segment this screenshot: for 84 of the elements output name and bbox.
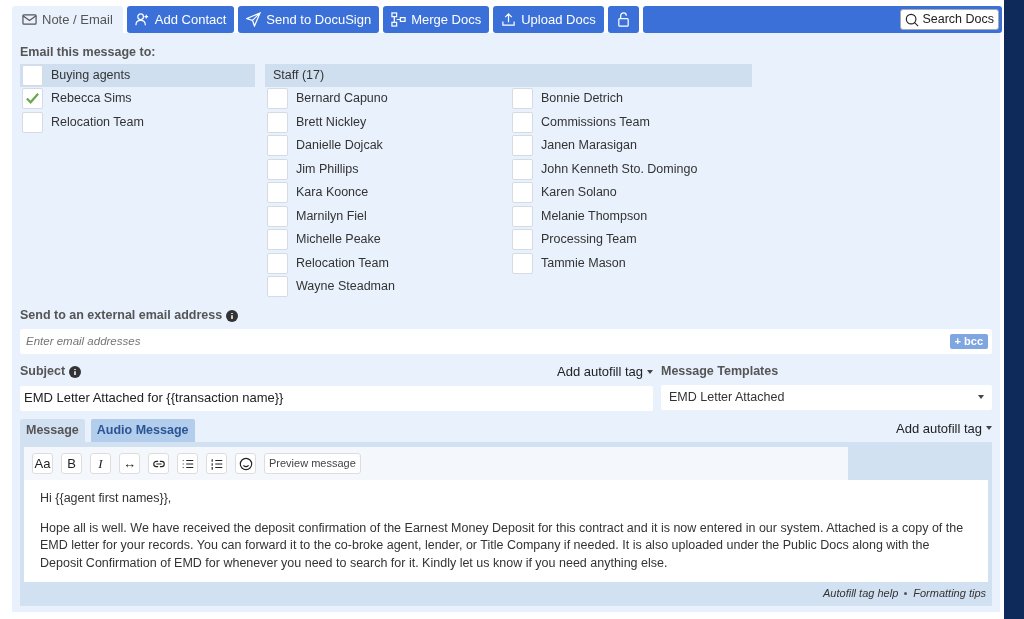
padlock-icon [615,12,631,27]
info-icon [69,365,82,378]
recipient-name: Rebecca Sims [51,90,132,108]
smiley-icon [238,456,253,471]
recipient-name: Bonnie Detrich [541,90,623,108]
toolbar-button[interactable] [235,453,256,474]
recipient-name: Marnilyn Fiel [296,207,367,225]
checkbox[interactable] [512,111,533,133]
separator-dot [904,591,908,595]
note-email-tab[interactable]: Note / Email [12,6,123,33]
message-tab[interactable]: Audio Message [90,419,195,442]
subject-field[interactable]: EMD Letter Attached for {{transaction name}} [20,385,653,411]
recipient-name: John Kenneth Sto. Domingo [541,160,698,178]
field-label: Send to an external email address [20,307,223,325]
checkbox[interactable] [267,88,288,109]
template-select[interactable]: EMD Letter Attached [661,384,992,410]
info-icon [226,309,239,322]
section-label: Email this message to: [20,44,157,61]
recipient-name: Relocation Team [51,113,144,131]
toolbar-button[interactable]: Upload Docs [493,6,604,33]
toolbar-button[interactable]: ↔ [119,453,140,474]
checkbox[interactable] [512,182,533,203]
recipient-name: Relocation Team [296,254,389,272]
checkbox[interactable] [267,135,288,156]
checkbox[interactable] [512,205,533,227]
message-tab[interactable]: Message [20,419,85,442]
checkbox[interactable] [512,158,533,180]
search-icon [905,12,920,27]
autofill-dropdown[interactable]: Add autofill tag [557,362,653,382]
checkbox[interactable] [267,252,288,274]
checkbox[interactable] [267,111,288,133]
lock-button[interactable] [607,6,639,33]
envelope-icon [22,12,37,27]
paper-plane-icon [246,12,262,27]
help-link[interactable]: Formatting tips [913,585,986,602]
recipient-name: Melanie Thompson [541,207,648,225]
select-value: EMD Letter Attached [669,388,785,406]
recipient-name: Jim Phillips [296,160,359,178]
recipient-name: Tammie Mason [541,254,626,272]
upload-icon [501,12,517,27]
toolbar-button[interactable]: Aa [32,453,53,474]
group-label: Staff (17) [273,66,325,84]
person-plus-icon [134,12,150,27]
checkbox[interactable] [512,229,533,250]
checkbox[interactable] [512,88,533,109]
recipient-name: Janen Marasigan [541,137,637,155]
recipient-name: Kara Koonce [296,184,369,202]
checkbox[interactable] [267,229,288,250]
toolbar-button[interactable] [177,453,198,474]
checkbox[interactable] [267,158,288,180]
checkbox[interactable] [22,88,43,109]
numbered-list-icon [209,456,224,471]
checkbox[interactable] [267,182,288,203]
recipient-name: Brett Nickley [296,113,367,131]
diagram-icon [391,12,407,27]
toolbar-button[interactable] [206,453,227,474]
recipient-name: Danielle Dojcak [296,137,383,155]
field-label: Message Templates [661,363,780,380]
checkbox[interactable] [267,276,288,297]
preview-button[interactable]: Preview message [264,453,361,474]
toolbar-button[interactable]: I [90,453,111,474]
recipient-name: Commissions Team [541,113,650,131]
checkbox[interactable] [512,135,533,156]
recipient-name: Michelle Peake [296,231,381,249]
field-label: Subject [20,363,66,381]
checkbox[interactable] [22,111,43,133]
group-label: Buying agents [51,66,131,84]
recipient-name: Processing Team [541,231,637,249]
toolbar-button[interactable]: Merge Docs [383,6,490,33]
toolbar-button[interactable]: Send to DocuSign [238,6,380,33]
checkbox[interactable] [22,64,43,86]
toolbar-button[interactable] [148,453,169,474]
search-docs-button[interactable]: Search Docs [900,9,999,30]
help-link[interactable]: Autofill tag help [823,585,899,602]
check-icon [25,91,40,106]
recipient-name: Bernard Capuno [296,90,388,108]
message-body-field[interactable]: Hi {{agent first names}}, Hope all is well. We have received the deposit confirmation of the Earnest Money Deposit for this contract and it is now entered in our system. Attached is a copy of the EMD letter for your records. You can forward it to the co-broke agent, lender, or Title Company if needed. It is also uploaded under the Public Docs along with the Deposit Confirmation of EMD for whenever you need to search for it. Kindly let us know if you need anything else. [24,480,988,582]
recipient-name: Wayne Steadman [296,278,395,296]
toolbar-button[interactable]: Add Contact [126,6,235,33]
recipient-name: Karen Solano [541,184,617,202]
toolbar-button[interactable]: B [61,453,82,474]
autofill-dropdown[interactable]: Add autofill tag [896,418,992,438]
checkbox[interactable] [512,252,533,274]
checkbox[interactable] [267,205,288,227]
